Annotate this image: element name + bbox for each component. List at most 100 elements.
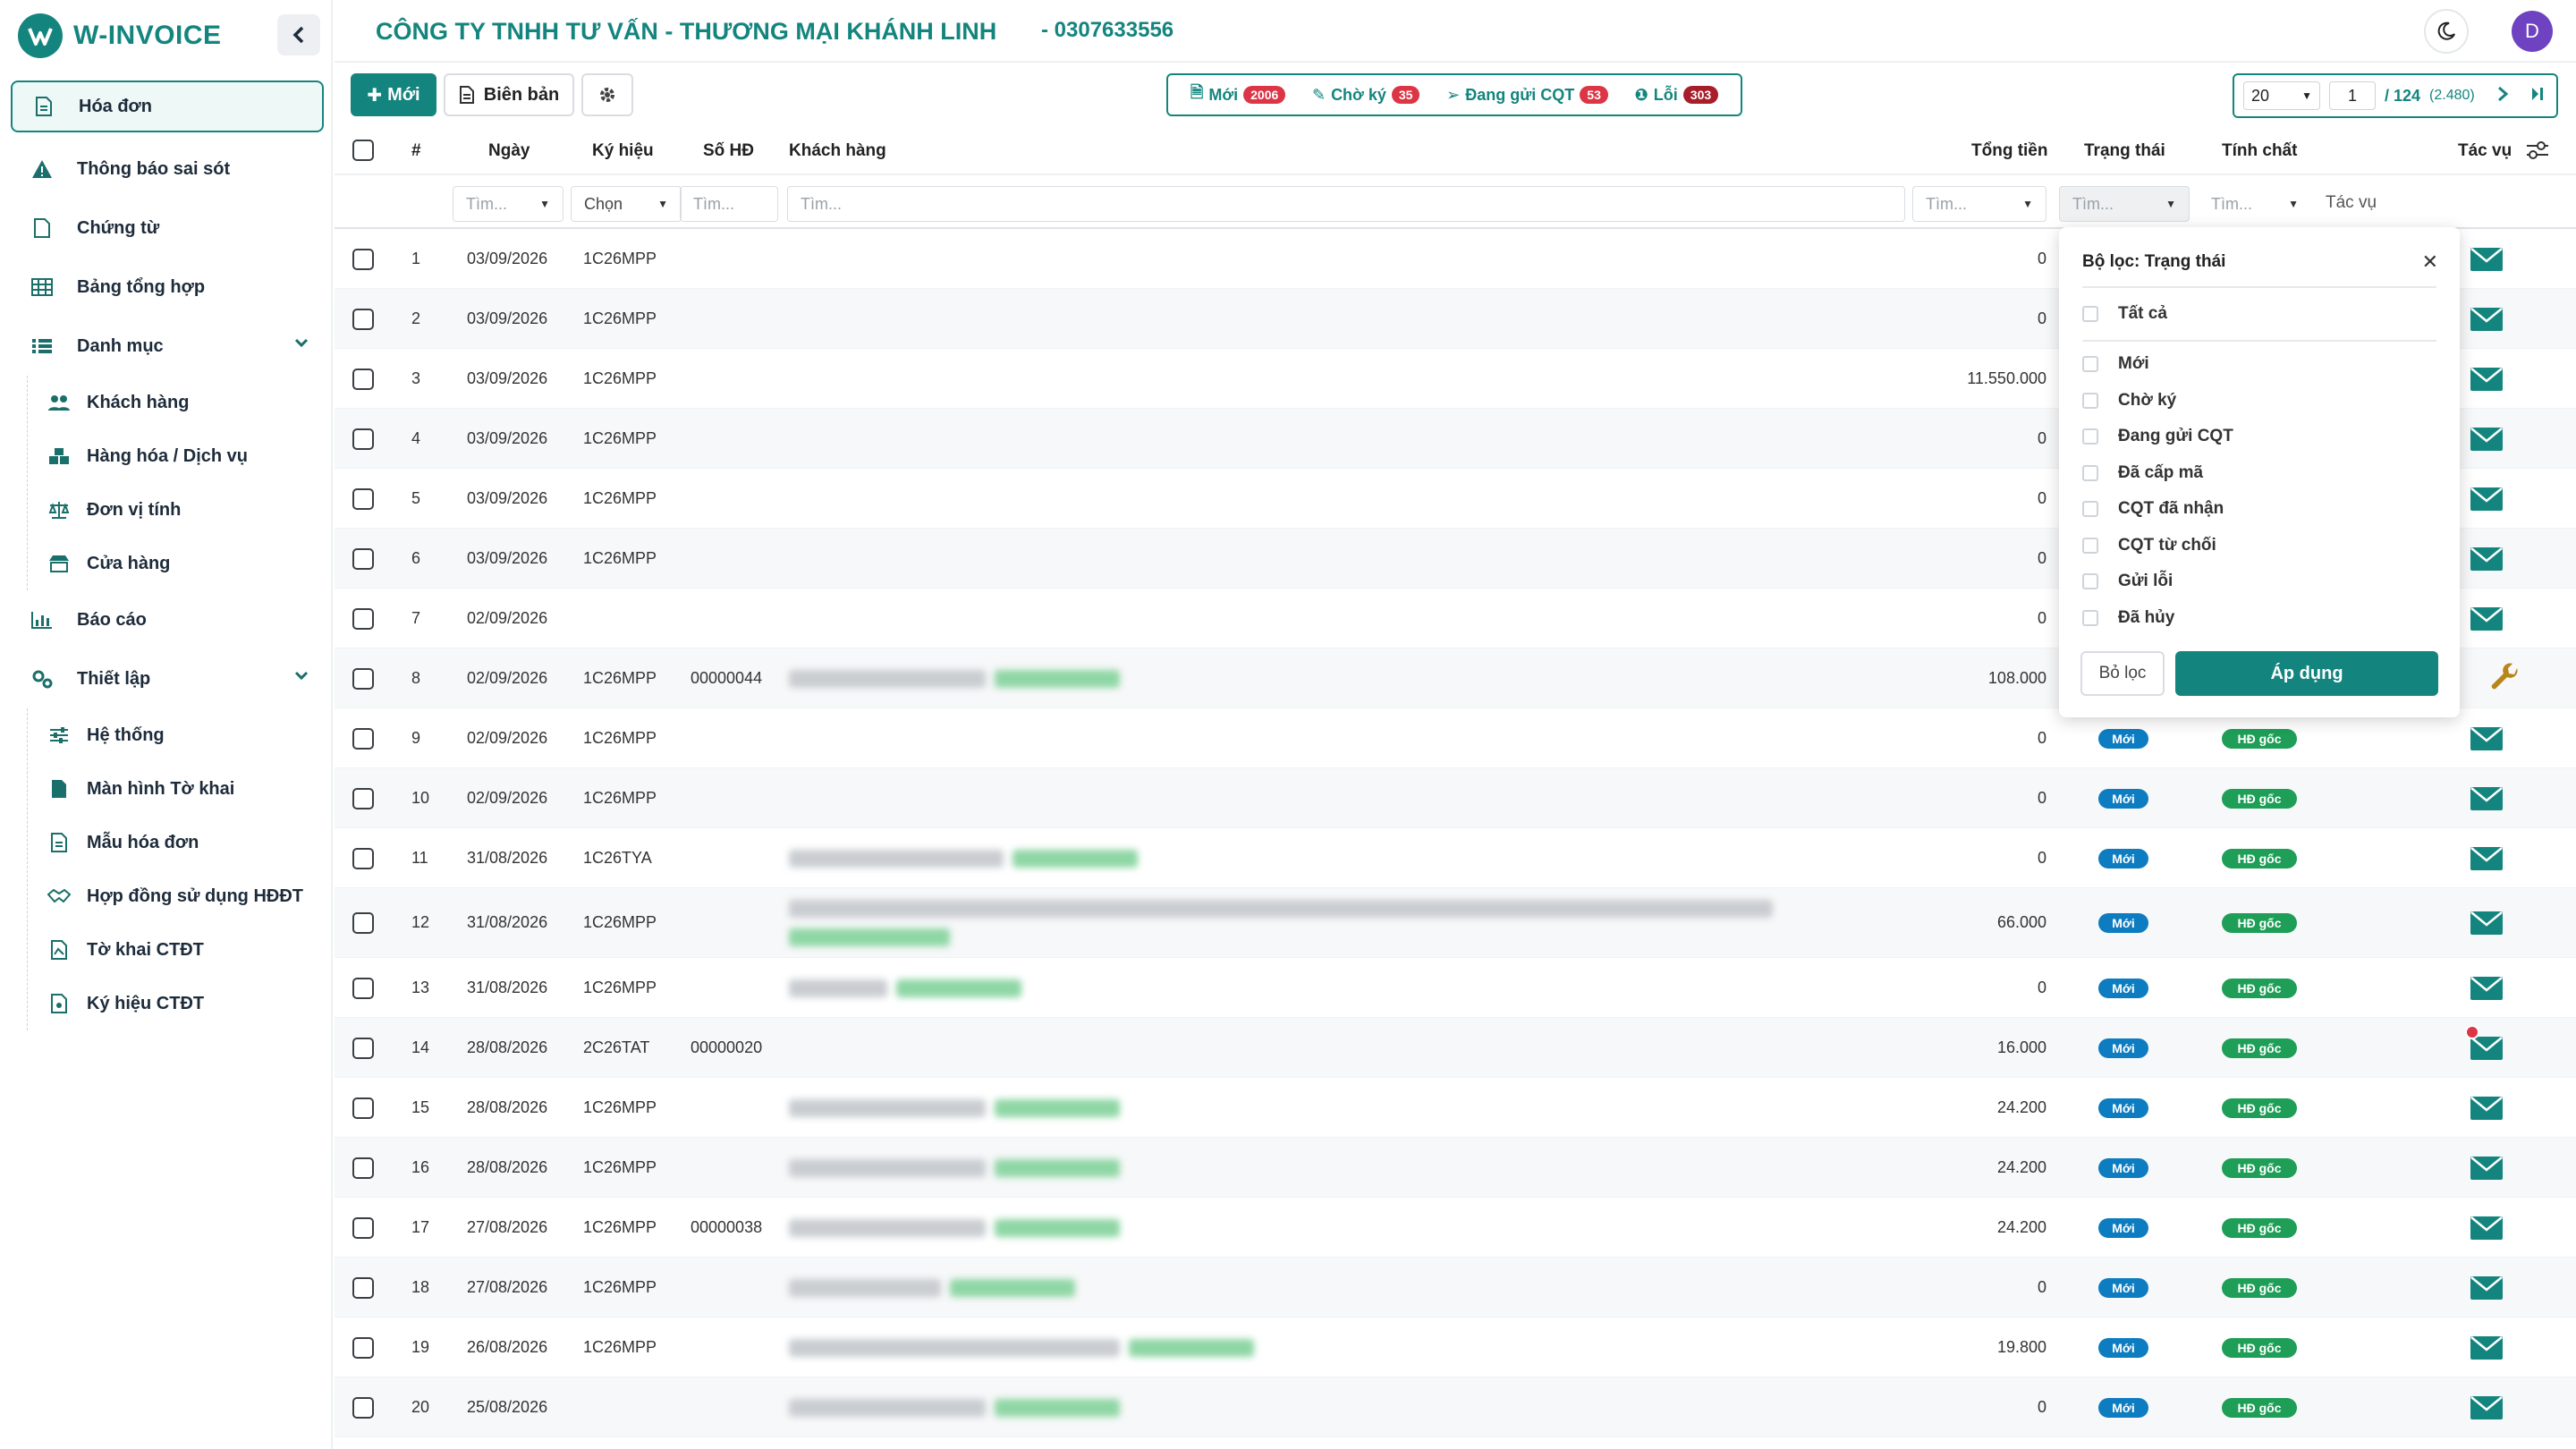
select-all-checkbox[interactable] [352, 140, 374, 161]
table-row[interactable]: 11 31/08/2026 1C26TYA 0 Mới HĐ gốc [335, 828, 2576, 888]
sidebar-item-ctdt-declaration[interactable]: Tờ khai CTĐT [28, 923, 324, 977]
apply-filter-button[interactable]: Áp dụng [2175, 651, 2438, 696]
table-row[interactable]: 13 31/08/2026 1C26MPP 0 Mới HĐ gốc [335, 958, 2576, 1018]
row-checkbox[interactable] [352, 848, 374, 869]
sidebar-item-contracts[interactable]: Hợp đồng sử dụng HĐĐT [28, 869, 324, 923]
row-checkbox[interactable] [352, 912, 374, 934]
checkbox[interactable] [2082, 464, 2098, 481]
send-email-icon[interactable] [2470, 1336, 2503, 1360]
filter-option[interactable]: Đang gửi CQT [2082, 427, 2233, 446]
sidebar-item-invoice-templates[interactable]: Mẫu hóa đơn [28, 816, 324, 869]
sidebar-item-invoices[interactable]: Hóa đơn [11, 80, 324, 132]
table-row[interactable]: 10 02/09/2026 1C26MPP 0 Mới HĐ gốc [335, 768, 2576, 828]
row-checkbox[interactable] [352, 1397, 374, 1419]
filter-option[interactable]: CQT từ chối [2082, 536, 2216, 555]
row-checkbox[interactable] [352, 608, 374, 630]
filter-option[interactable]: CQT đã nhận [2082, 499, 2224, 519]
send-email-icon[interactable] [2470, 428, 2503, 451]
status-tab-new[interactable]: 🗎 Mới 2006 [1191, 81, 1286, 108]
send-email-icon[interactable] [2470, 727, 2503, 750]
customer-filter-input[interactable]: Tìm... [787, 186, 1905, 222]
settings-button[interactable] [581, 73, 633, 116]
send-email-icon[interactable] [2470, 308, 2503, 331]
clear-filter-button[interactable]: Bỏ lọc [2080, 651, 2165, 696]
sidebar-item-customers[interactable]: Khách hàng [28, 376, 324, 429]
filter-option[interactable]: Mới [2082, 354, 2149, 374]
send-email-icon[interactable] [2470, 847, 2503, 870]
filter-option[interactable]: Gửi lỗi [2082, 572, 2173, 591]
row-checkbox[interactable] [352, 1157, 374, 1179]
checkbox[interactable] [2082, 537, 2098, 554]
filter-option[interactable]: Chờ ký [2082, 391, 2176, 411]
filter-option[interactable]: Đã hủy [2082, 608, 2174, 628]
checkbox[interactable] [2082, 609, 2098, 626]
checkbox[interactable] [2082, 392, 2098, 409]
send-email-icon[interactable] [2470, 787, 2503, 810]
dark-mode-toggle[interactable] [2424, 9, 2469, 54]
col-number[interactable]: Số HĐ [703, 141, 754, 161]
page-size-select[interactable]: 20 ▼ [2243, 81, 2320, 110]
checkbox[interactable] [2082, 573, 2098, 589]
row-checkbox[interactable] [352, 309, 374, 330]
sidebar-item-units[interactable]: Đơn vị tính [28, 483, 324, 537]
row-checkbox[interactable] [352, 1337, 374, 1359]
row-checkbox[interactable] [352, 1038, 374, 1059]
status-tab-error[interactable]: ❶ Lỗi 303 [1635, 86, 1719, 105]
status-tab-sending[interactable]: ➢ Đang gửi CQT 53 [1446, 86, 1608, 105]
col-symbol[interactable]: Ký hiệu [592, 141, 654, 161]
col-nature[interactable]: Tính chất [2222, 141, 2297, 161]
status-filter-input[interactable]: Tìm... ▼ [2059, 186, 2190, 222]
table-row[interactable]: 18 27/08/2026 1C26MPP 0 Mới HĐ gốc [335, 1258, 2576, 1318]
last-page-icon[interactable] [2530, 86, 2545, 106]
send-email-icon[interactable] [2470, 368, 2503, 391]
col-status[interactable]: Trạng thái [2084, 141, 2165, 161]
sidebar-item-vouchers[interactable]: Chứng từ [11, 199, 324, 258]
send-email-icon[interactable] [2470, 1157, 2503, 1180]
page-number-input[interactable]: 1 [2329, 81, 2376, 110]
table-row[interactable]: 20 25/08/2026 0 Mới HĐ gốc [335, 1377, 2576, 1437]
table-row[interactable]: 9 02/09/2026 1C26MPP 0 Mới HĐ gốc [335, 708, 2576, 768]
send-email-icon[interactable] [2470, 911, 2503, 935]
checkbox[interactable] [2082, 501, 2098, 517]
table-row[interactable]: 16 28/08/2026 1C26MPP 24.200 Mới HĐ gốc [335, 1138, 2576, 1198]
symbol-filter-select[interactable]: Chọn ▼ [571, 186, 682, 222]
sidebar-item-goods[interactable]: Hàng hóa / Dịch vụ [28, 429, 324, 483]
send-email-icon[interactable] [2470, 487, 2503, 511]
sidebar-item-error-notice[interactable]: Thông báo sai sót [11, 140, 324, 199]
send-email-icon[interactable] [2470, 1097, 2503, 1120]
sidebar-item-summary[interactable]: Bảng tổng hợp [11, 258, 324, 317]
table-row[interactable]: 19 26/08/2026 1C26MPP 19.800 Mới HĐ gốc [335, 1318, 2576, 1377]
send-email-icon[interactable] [2470, 547, 2503, 571]
status-tab-pending-sign[interactable]: ✎ Chờ ký 35 [1312, 86, 1420, 105]
col-customer[interactable]: Khách hàng [789, 141, 886, 161]
sidebar-item-catalog[interactable]: Danh mục [11, 317, 324, 376]
row-checkbox[interactable] [352, 1097, 374, 1119]
sidebar-item-settings[interactable]: Thiết lập [11, 649, 324, 708]
send-email-icon[interactable] [2470, 607, 2503, 631]
row-checkbox[interactable] [352, 1217, 374, 1239]
row-checkbox[interactable] [352, 428, 374, 450]
table-row[interactable]: 15 28/08/2026 1C26MPP 24.200 Mới HĐ gốc [335, 1078, 2576, 1138]
wrench-icon[interactable] [2490, 663, 2521, 698]
row-checkbox[interactable] [352, 788, 374, 809]
total-filter-input[interactable]: Tìm... ▼ [1912, 186, 2046, 222]
sidebar-item-reports[interactable]: Báo cáo [11, 590, 324, 649]
checkbox[interactable] [2082, 428, 2098, 445]
send-email-icon[interactable] [2470, 977, 2503, 1000]
sidebar-item-declaration-screen[interactable]: Màn hình Tờ khai [28, 762, 324, 816]
table-row[interactable]: 12 31/08/2026 1C26MPP 66.000 Mới HĐ gốc [335, 888, 2576, 958]
send-email-icon[interactable] [2470, 248, 2503, 271]
row-checkbox[interactable] [352, 488, 374, 510]
send-email-icon[interactable] [2470, 1037, 2503, 1060]
column-settings-icon[interactable] [2526, 140, 2549, 165]
nature-filter-input[interactable]: Tìm... ▼ [2199, 186, 2311, 222]
col-date[interactable]: Ngày [488, 141, 530, 161]
filter-option[interactable]: Đã cấp mã [2082, 463, 2203, 483]
sidebar-item-ctdt-symbol[interactable]: Ký hiệu CTĐT [28, 977, 324, 1030]
row-checkbox[interactable] [352, 728, 374, 750]
row-checkbox[interactable] [352, 1277, 374, 1299]
table-row[interactable]: 17 27/08/2026 1C26MPP 00000038 24.200 Mới HĐ g… [335, 1198, 2576, 1258]
date-filter-input[interactable]: Tìm... ▼ [453, 186, 564, 222]
row-checkbox[interactable] [352, 369, 374, 390]
send-email-icon[interactable] [2470, 1216, 2503, 1240]
